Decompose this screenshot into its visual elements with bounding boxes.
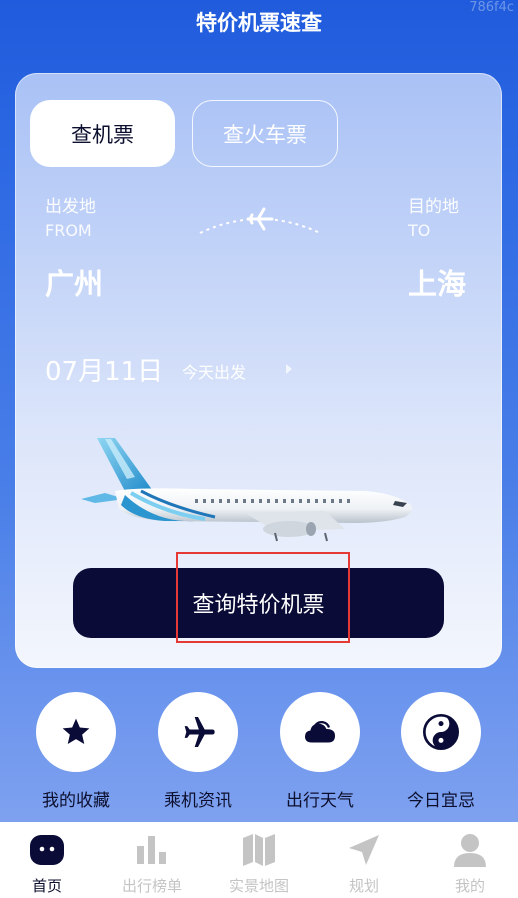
tab-profile[interactable]: 我的 xyxy=(420,822,518,898)
quick-link-label: 今日宜忌 xyxy=(407,791,475,811)
from-city[interactable]: 广州 xyxy=(45,261,103,303)
tab-label: 出行榜单 xyxy=(121,877,182,895)
quick-link-label: 出行天气 xyxy=(286,791,354,811)
to-label: 目的地 xyxy=(408,197,459,217)
airplane-illustration xyxy=(81,438,413,542)
home-icon xyxy=(30,835,64,865)
user-icon xyxy=(454,834,486,867)
tab-map[interactable]: 实景地图 xyxy=(209,822,309,898)
map-icon xyxy=(243,834,275,866)
flight-route-icon xyxy=(199,207,321,234)
quick-link-favorites[interactable]: 我的收藏 xyxy=(36,692,116,811)
quick-link-almanac[interactable]: 今日宜忌 xyxy=(401,692,481,811)
departure-note: 今天出发 xyxy=(182,363,247,382)
from-label: 出发地 xyxy=(45,197,96,217)
tab-label: 首页 xyxy=(31,877,62,895)
tab-trains[interactable]: 查火车票 xyxy=(192,100,338,167)
page-title: 特价机票速查 xyxy=(196,11,322,35)
bottom-tab-bar: 首页 出行榜单 实景地图 规划 我的 xyxy=(0,822,518,898)
tab-planning[interactable]: 规划 xyxy=(314,822,414,898)
chevron-right-icon xyxy=(286,364,292,374)
departure-date[interactable]: 07月11日 xyxy=(45,351,163,388)
highlight-box xyxy=(176,552,350,643)
quick-link-label: 乘机资讯 xyxy=(164,791,232,811)
navigation-icon xyxy=(349,835,379,865)
from-sub-label: FROM xyxy=(45,221,92,240)
to-sub-label: TO xyxy=(408,221,431,240)
airplane-icon xyxy=(184,717,215,747)
bar-chart-icon xyxy=(137,836,166,864)
quick-link-flight-info[interactable]: 乘机资讯 xyxy=(158,692,238,811)
quick-link-weather[interactable]: 出行天气 xyxy=(280,692,360,811)
to-city[interactable]: 上海 xyxy=(408,261,466,303)
tab-home[interactable]: 首页 xyxy=(0,822,97,898)
quick-link-label: 我的收藏 xyxy=(42,791,110,811)
cloud-icon xyxy=(305,721,335,743)
tab-rankings[interactable]: 出行榜单 xyxy=(102,822,202,898)
tab-label: 规划 xyxy=(348,877,379,895)
star-icon xyxy=(62,718,90,744)
tab-label: 我的 xyxy=(454,877,485,895)
yin-yang-icon xyxy=(423,714,459,750)
tab-flights[interactable]: 查机票 xyxy=(30,100,175,167)
tab-label: 实景地图 xyxy=(228,877,289,895)
